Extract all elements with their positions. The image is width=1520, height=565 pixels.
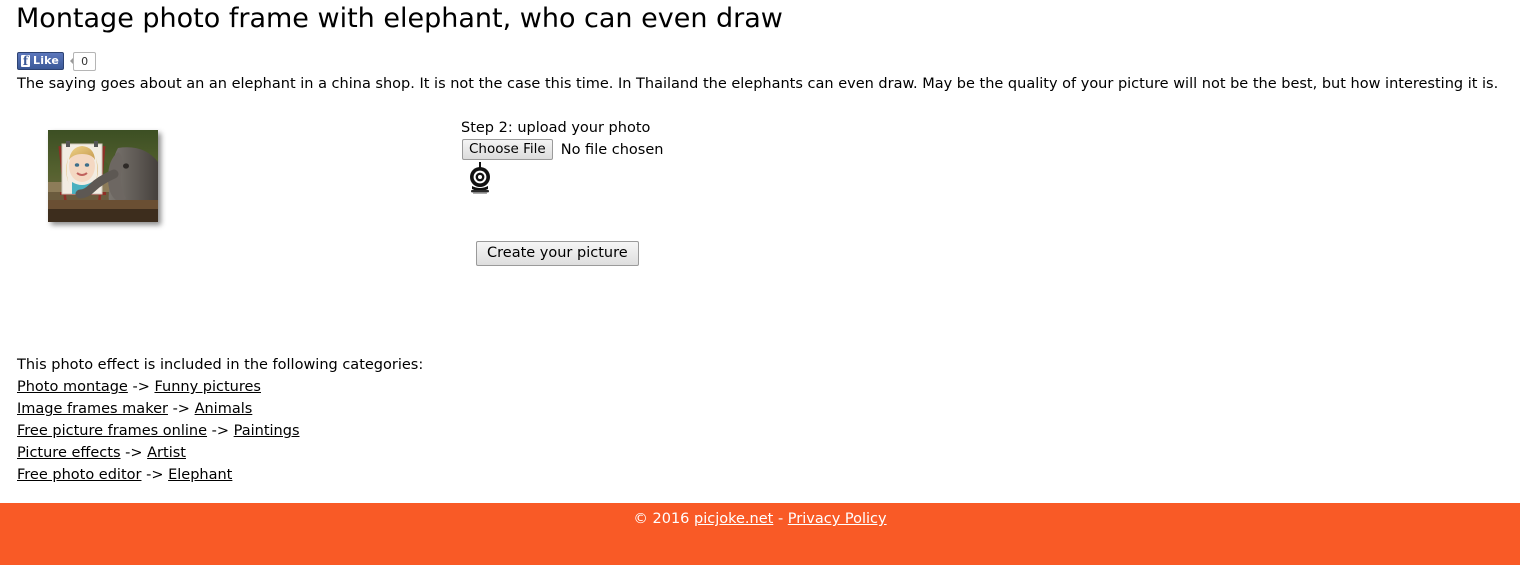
choose-file-button[interactable]: Choose File [462, 139, 553, 160]
page-title: Montage photo frame with elephant, who c… [16, 3, 783, 34]
category-parent-link[interactable]: Image frames maker [17, 401, 168, 417]
facebook-like-button[interactable]: f Like [17, 52, 65, 70]
facebook-like-widget[interactable]: f Like 0 [17, 51, 97, 71]
category-child-link[interactable]: Paintings [234, 423, 300, 439]
page-root: Montage photo frame with elephant, who c… [0, 0, 1520, 565]
category-parent-link[interactable]: Free picture frames online [17, 423, 207, 439]
category-separator: -> [125, 445, 143, 461]
footer-site-link[interactable]: picjoke.net [694, 511, 773, 527]
file-status-text: No file chosen [560, 141, 664, 158]
category-row: Image frames maker -> Animals [17, 398, 423, 420]
elephant-painting-illustration [48, 130, 158, 222]
page-description: The saying goes about an an elephant in … [17, 76, 1499, 92]
category-separator: -> [172, 401, 190, 417]
category-parent-link[interactable]: Picture effects [17, 445, 121, 461]
category-row: Photo montage -> Funny pictures [17, 376, 423, 398]
category-child-link[interactable]: Artist [147, 445, 186, 461]
category-parent-link[interactable]: Photo montage [17, 379, 128, 395]
categories-intro: This photo effect is included in the fol… [17, 357, 424, 373]
facebook-like-count-bubble: 0 [70, 51, 97, 71]
category-child-link[interactable]: Animals [195, 401, 253, 417]
categories-block: This photo effect is included in the fol… [17, 354, 423, 486]
footer-copyright: © 2016 [633, 511, 690, 527]
category-separator: -> [146, 467, 164, 483]
facebook-like-label: Like [33, 54, 60, 67]
webcam-icon[interactable] [467, 162, 493, 194]
sample-preview-image[interactable] [48, 130, 158, 222]
category-row: Picture effects -> Artist [17, 442, 423, 464]
page-footer: © 2016 picjoke.net - Privacy Policy [0, 503, 1520, 565]
facebook-like-count: 0 [73, 51, 97, 71]
footer-text: © 2016 picjoke.net - Privacy Policy [0, 511, 1520, 527]
category-row: Free photo editor -> Elephant [17, 464, 423, 486]
file-upload-row[interactable]: Choose File No file chosen [462, 139, 663, 160]
category-child-link[interactable]: Elephant [168, 467, 232, 483]
footer-separator: - [777, 511, 784, 527]
create-picture-button[interactable]: Create your picture [476, 241, 639, 266]
step-label: Step 2: upload your photo [461, 120, 651, 136]
category-separator: -> [211, 423, 230, 439]
category-separator: -> [132, 379, 150, 395]
category-child-link[interactable]: Funny pictures [154, 379, 261, 395]
category-row: Free picture frames online -> Paintings [17, 420, 423, 442]
facebook-f-icon: f [21, 54, 30, 68]
category-parent-link[interactable]: Free photo editor [17, 467, 141, 483]
footer-privacy-link[interactable]: Privacy Policy [788, 511, 887, 527]
